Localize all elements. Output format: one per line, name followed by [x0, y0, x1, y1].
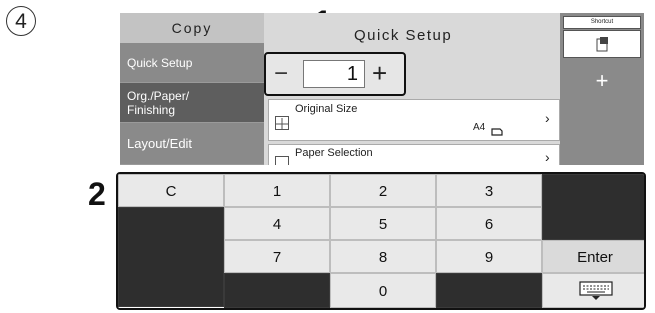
paper-icon [275, 156, 289, 165]
blank-key [118, 207, 224, 307]
decrement-button[interactable]: − [274, 60, 288, 88]
setting-row-paper-selection[interactable]: Paper Selection › [268, 144, 560, 165]
paper-orientation-icon [491, 123, 503, 136]
blank-key [436, 273, 542, 308]
sidebar-item-label: Org./Paper/ Finishing [127, 88, 190, 117]
add-shortcut-button[interactable]: + [560, 68, 644, 94]
sidebar-item-org-paper-finishing[interactable]: Org./Paper/ Finishing [120, 83, 264, 123]
clear-key[interactable]: C [118, 174, 224, 207]
shortcut-header: Shortcut [563, 16, 641, 29]
enter-key[interactable]: Enter [542, 240, 644, 273]
key-8[interactable]: 8 [330, 240, 436, 273]
setting-label: Original Size [295, 103, 358, 115]
key-3[interactable]: 3 [436, 174, 542, 207]
hide-keyboard-button[interactable] [542, 273, 644, 308]
chevron-right-icon: › [545, 149, 550, 165]
shortcut-tile[interactable] [563, 30, 641, 58]
increment-button[interactable]: + [372, 58, 387, 88]
key-4[interactable]: 4 [224, 207, 330, 240]
blank-key [224, 273, 330, 308]
sidebar-item-quick-setup[interactable]: Quick Setup [120, 43, 264, 83]
numeric-keypad: C 1 2 3 4 5 6 7 8 9 Enter 0 [116, 172, 646, 310]
key-6[interactable]: 6 [436, 207, 542, 240]
key-2[interactable]: 2 [330, 174, 436, 207]
setting-row-original-size[interactable]: Original Size A4 › [268, 99, 560, 141]
shortcut-panel: Shortcut + [560, 13, 644, 165]
sidebar-item-label: Layout/Edit [127, 136, 193, 151]
sidebar-header: Copy [120, 13, 264, 43]
setting-label: Paper Selection [295, 147, 373, 159]
key-1[interactable]: 1 [224, 174, 330, 207]
device-screen: Copy Quick Setup Org./Paper/ Finishing L… [120, 13, 644, 165]
copies-stepper: − 1 + [264, 52, 406, 96]
keyboard-icon [579, 281, 613, 301]
sidebar: Copy Quick Setup Org./Paper/ Finishing L… [120, 13, 264, 165]
callout-2: 2 [88, 176, 106, 212]
chevron-right-icon: › [545, 110, 550, 126]
sidebar-item-layout-edit[interactable]: Layout/Edit [120, 123, 264, 165]
main-panel: Quick Setup − 1 + Original Size A4 › Pap… [264, 13, 560, 165]
document-icon [596, 36, 610, 52]
sidebar-item-label: Quick Setup [127, 55, 193, 70]
page-title: Quick Setup [354, 27, 453, 44]
key-5[interactable]: 5 [330, 207, 436, 240]
copies-input[interactable]: 1 [303, 60, 365, 88]
key-7[interactable]: 7 [224, 240, 330, 273]
key-9[interactable]: 9 [436, 240, 542, 273]
grid-icon [275, 116, 289, 130]
blank-key [542, 174, 644, 240]
step-number-badge: 4 [6, 6, 36, 36]
key-0[interactable]: 0 [330, 273, 436, 308]
setting-value: A4 [473, 122, 486, 133]
